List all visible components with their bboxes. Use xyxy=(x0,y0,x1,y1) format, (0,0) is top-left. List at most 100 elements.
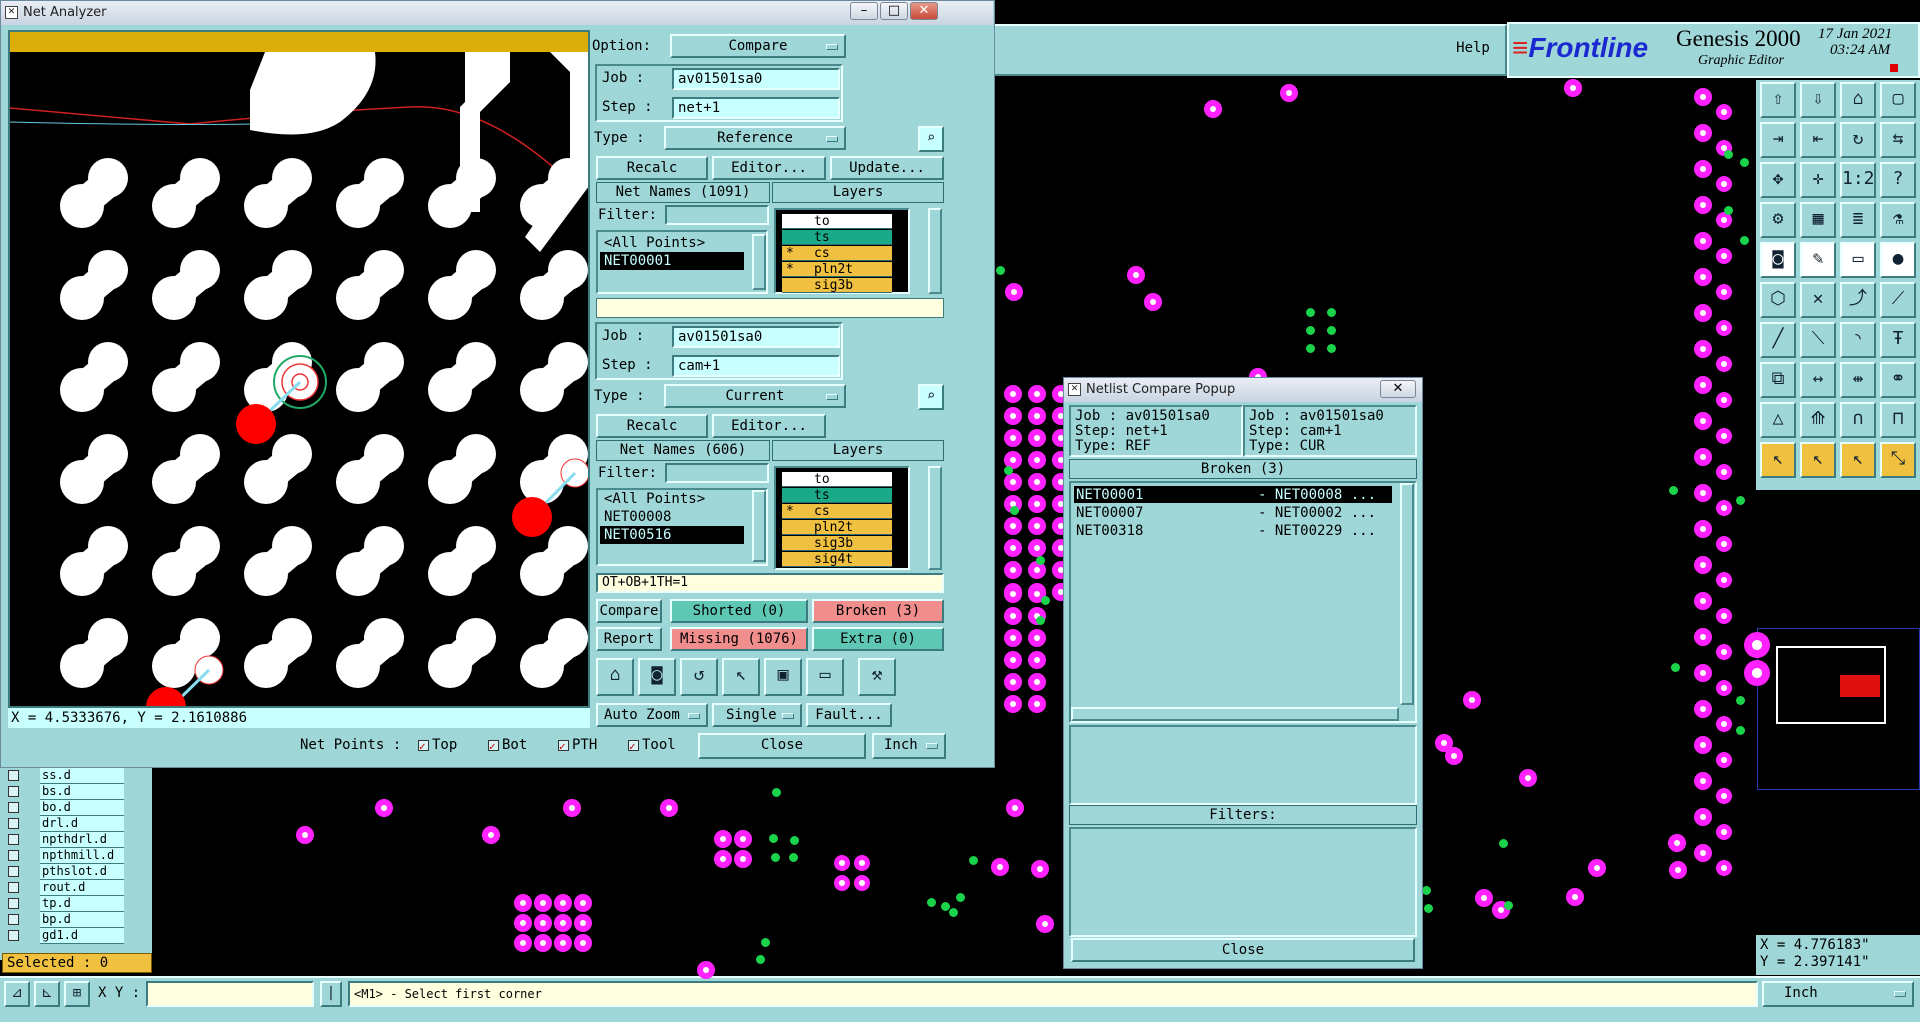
units-select[interactable]: Inch xyxy=(872,733,946,759)
camera-icon[interactable]: ◙ xyxy=(638,658,676,696)
np-pth-checkbox[interactable]: PTH xyxy=(558,735,597,757)
pad-array xyxy=(1028,407,1046,425)
cur-recalc-button[interactable]: Recalc xyxy=(596,414,708,438)
extra-button[interactable]: Extra (0) xyxy=(812,627,944,651)
net-list-item[interactable]: <All Points> xyxy=(600,490,744,508)
fault-button[interactable]: Fault... xyxy=(806,703,892,727)
cur-filter-input[interactable] xyxy=(665,463,769,483)
via-pad-column xyxy=(1694,484,1712,502)
np-top-checkbox[interactable]: Top xyxy=(418,735,457,757)
green-via xyxy=(1327,326,1336,335)
ruler-icon[interactable]: ▭ xyxy=(806,658,844,696)
net-list-scrollbar[interactable] xyxy=(752,234,766,290)
shorted-button[interactable]: Shorted (0) xyxy=(670,599,808,623)
coord-bar: X = 4.5333676, Y = 2.1610886 xyxy=(8,708,590,728)
np-bot-checkbox[interactable]: Bot xyxy=(488,735,527,757)
np-top-check[interactable] xyxy=(418,737,429,757)
auto-zoom-select[interactable]: Auto Zoom xyxy=(596,703,708,727)
net-graphic-view[interactable] xyxy=(8,30,590,708)
home-icon[interactable]: ⌂ xyxy=(596,658,634,696)
popup-close-button[interactable]: Close xyxy=(1071,938,1415,962)
net-analyzer-close-button[interactable]: Close xyxy=(698,733,866,759)
layer-list-item[interactable]: ts xyxy=(782,488,892,503)
np-tool-check[interactable] xyxy=(628,737,639,757)
cur-step-field[interactable]: cam+1 xyxy=(672,355,840,377)
layer-list-item[interactable]: to xyxy=(782,472,892,487)
undo-icon[interactable]: ↺ xyxy=(680,658,718,696)
np-tool-checkbox[interactable]: Tool xyxy=(628,735,676,757)
cur-layer-scrollbar[interactable] xyxy=(928,466,942,570)
net-list-item[interactable]: NET00001 xyxy=(600,252,744,270)
net-list-scrollbar[interactable] xyxy=(752,490,766,562)
broken-list-hscroll[interactable] xyxy=(1071,707,1399,721)
broken-button[interactable]: Broken (3) xyxy=(812,599,944,623)
option-select[interactable]: Compare xyxy=(670,34,846,58)
pointer-icon[interactable]: ↖ xyxy=(722,658,760,696)
green-via xyxy=(949,908,958,917)
pad-cluster xyxy=(514,914,532,932)
broken-row[interactable]: NET00001 - NET00008 ... xyxy=(1074,486,1392,503)
pad-cluster xyxy=(834,875,850,891)
maximize-button[interactable]: □ xyxy=(880,2,908,20)
frame-icon[interactable]: ▣ xyxy=(764,658,802,696)
ref-zoom-icon[interactable]: ⌕ xyxy=(918,126,944,152)
report-button[interactable]: Report xyxy=(596,627,662,651)
via-pad xyxy=(296,826,314,844)
via-pad xyxy=(1668,834,1686,852)
np-bot-check[interactable] xyxy=(488,737,499,757)
ref-status-field xyxy=(596,298,944,318)
layer-list-item[interactable]: * cs xyxy=(782,246,892,261)
net-list-item[interactable]: NET00008 xyxy=(600,508,744,526)
ref-recalc-button[interactable]: Recalc xyxy=(596,156,708,180)
green-via xyxy=(1740,236,1749,245)
cur-editor-button[interactable]: Editor... xyxy=(712,414,826,438)
layer-list-item[interactable]: sig4t xyxy=(782,552,892,567)
pad-cluster xyxy=(834,855,850,871)
via-pad-column xyxy=(1694,808,1712,826)
green-via xyxy=(769,834,778,843)
single-select[interactable]: Single xyxy=(712,703,802,727)
pad-cluster xyxy=(714,850,732,868)
layer-list-item[interactable]: sig3b xyxy=(782,278,892,293)
broken-net-a: NET00007 xyxy=(1076,505,1144,521)
ref-layer-scrollbar[interactable] xyxy=(928,208,942,294)
ref-update-button[interactable]: Update... xyxy=(830,156,944,180)
via-pad-column xyxy=(1716,788,1732,804)
tools-icon[interactable]: ⚒ xyxy=(858,658,896,696)
via-pad-column xyxy=(1694,592,1712,610)
net-list-item[interactable]: NET00516 xyxy=(600,526,744,544)
broken-row[interactable]: NET00007 - NET00002 ... xyxy=(1074,504,1392,521)
cur-type-select[interactable]: Current xyxy=(664,384,846,408)
ref-editor-button[interactable]: Editor... xyxy=(712,156,826,180)
green-via xyxy=(1004,466,1013,475)
large-pad xyxy=(1744,660,1770,686)
cur-zoom-icon[interactable]: ⌕ xyxy=(918,384,944,410)
compare-button[interactable]: Compare xyxy=(596,599,662,623)
layer-list-item[interactable]: to xyxy=(782,214,892,229)
layer-list-item[interactable]: * pln2t xyxy=(782,262,892,277)
minimize-button[interactable]: – xyxy=(850,2,878,20)
broken-list-vscroll[interactable] xyxy=(1400,483,1414,705)
layer-list-item[interactable]: ts xyxy=(782,230,892,245)
np-pth-check[interactable] xyxy=(558,737,569,757)
net-list-item[interactable]: <All Points> xyxy=(600,234,744,252)
green-via xyxy=(790,836,799,845)
via-pad-column xyxy=(1694,844,1712,862)
ref-job-field[interactable]: av01501sa0 xyxy=(672,68,840,90)
broken-row[interactable]: NET00318 - NET00229 ... xyxy=(1074,522,1392,539)
ref-filter-input[interactable] xyxy=(665,205,769,225)
ref-step-field[interactable]: net+1 xyxy=(672,97,840,119)
via-pad-column xyxy=(1716,284,1732,300)
layer-list-item[interactable]: pln2t xyxy=(782,520,892,535)
missing-button[interactable]: Missing (1076) xyxy=(670,627,808,651)
green-via xyxy=(1736,726,1745,735)
via-pad-column xyxy=(1694,736,1712,754)
pad-cluster xyxy=(554,934,572,952)
layer-list-item[interactable]: * cs xyxy=(782,504,892,519)
cur-job-field[interactable]: av01501sa0 xyxy=(672,326,840,348)
popup-close-x[interactable]: ✕ xyxy=(1380,380,1416,398)
layer-list-item[interactable]: sig3b xyxy=(782,536,892,551)
pad-cluster xyxy=(514,894,532,912)
ref-type-select[interactable]: Reference xyxy=(664,126,846,150)
close-window-button[interactable]: ✕ xyxy=(910,2,938,20)
